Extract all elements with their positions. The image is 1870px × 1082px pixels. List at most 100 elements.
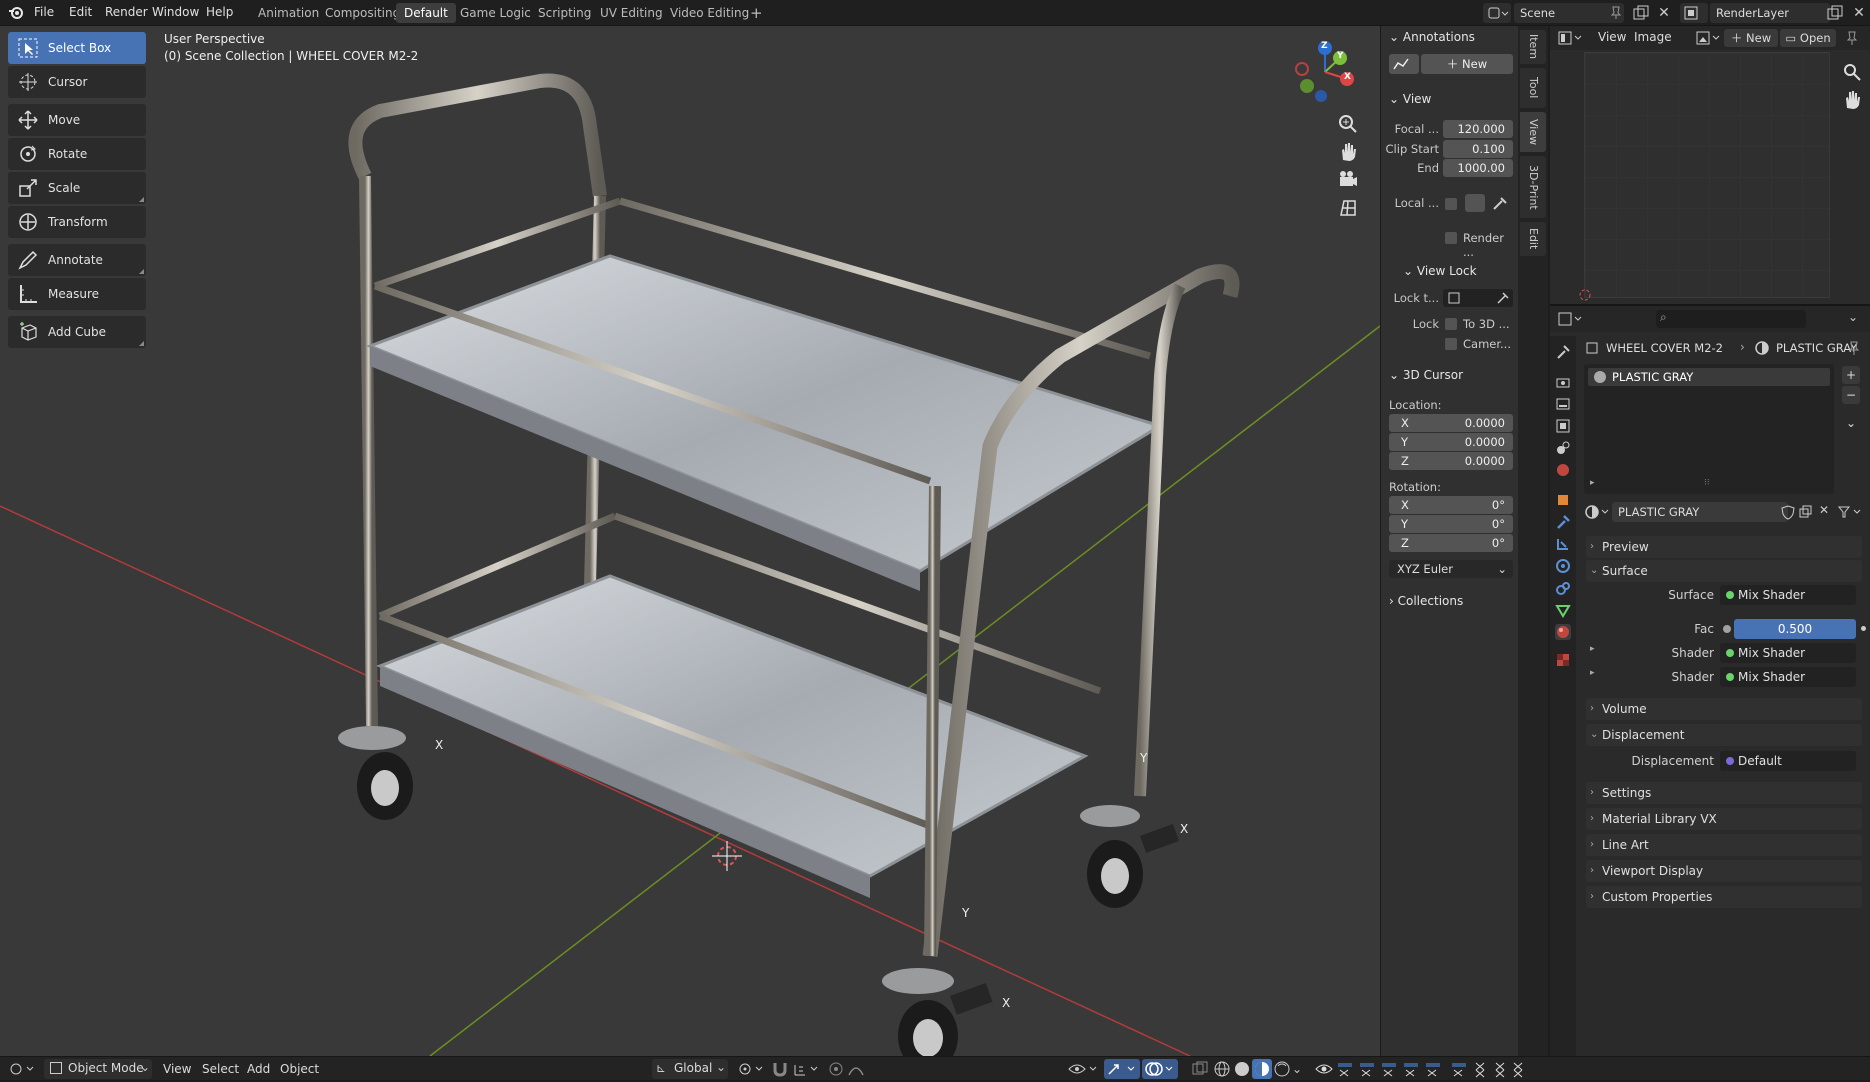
tab-compositing[interactable]: Compositing (317, 3, 408, 23)
fac-slider[interactable]: 0.500 (1734, 619, 1856, 639)
tab-item[interactable]: Item (1520, 30, 1546, 64)
material-name-field[interactable]: PLASTIC GRAY (1612, 502, 1788, 522)
overlays-toggle-icon[interactable] (1142, 1059, 1178, 1079)
render-properties-icon[interactable] (1555, 374, 1571, 390)
unlink-material-icon[interactable]: ✕ (1816, 503, 1832, 519)
view-lock-header[interactable]: ⌄ View Lock (1403, 264, 1477, 278)
material-slot-row[interactable]: PLASTIC GRAY (1588, 368, 1830, 386)
shader-1-field[interactable]: Mix Shader (1720, 643, 1856, 663)
add-slot-button[interactable]: + (1842, 366, 1860, 384)
menu-edit[interactable]: Edit (63, 0, 98, 26)
new-scene-icon[interactable] (1632, 4, 1650, 22)
remove-slot-button[interactable]: − (1842, 386, 1860, 404)
properties-search-input[interactable]: ⌕ (1656, 310, 1806, 328)
transform-orientation-dropdown[interactable]: ⊾ Global ⌄ (652, 1059, 728, 1079)
tab-game-logic[interactable]: Game Logic (452, 3, 539, 23)
clip-start-field[interactable]: 0.100 (1443, 140, 1513, 158)
tool-scale[interactable]: Scale (8, 172, 146, 204)
shader-2-field[interactable]: Mix Shader (1720, 667, 1856, 687)
header-menu-object[interactable]: Object (280, 1057, 319, 1081)
tool-add-cube[interactable]: Add Cube (8, 316, 146, 348)
tool-transform[interactable]: Transform (8, 206, 146, 238)
wireframe-shading-icon[interactable] (1212, 1059, 1232, 1079)
menu-help[interactable]: Help (200, 0, 239, 26)
collections-header[interactable]: › Collections (1389, 594, 1463, 608)
gizmo-toggle-icon[interactable] (1104, 1059, 1140, 1079)
lock-to-3d-cursor-checkbox[interactable] (1445, 318, 1457, 330)
material-properties-icon[interactable] (1555, 624, 1571, 640)
object-properties-icon[interactable] (1555, 492, 1571, 508)
object-mode-dropdown[interactable]: Object Mode ⌄ (44, 1059, 152, 1079)
snap-magnet-icon[interactable] (770, 1059, 790, 1079)
xray-toggle-icon[interactable] (1190, 1059, 1210, 1079)
volume-section[interactable]: › Volume (1586, 698, 1862, 720)
tool-rotate[interactable]: Rotate (8, 138, 146, 170)
editor-type-icon[interactable] (8, 1060, 36, 1078)
ortho-grid-icon[interactable] (1334, 194, 1362, 222)
cursor-rotation-y[interactable]: Y 0° (1389, 515, 1513, 533)
texture-properties-icon[interactable] (1555, 652, 1571, 668)
delete-scene-icon[interactable]: ✕ (1655, 4, 1673, 22)
duplicate-material-icon[interactable] (1798, 504, 1814, 520)
tab-edit[interactable]: Edit (1520, 222, 1546, 256)
pan-hand-icon[interactable] (1334, 138, 1362, 166)
image-editor-menu-view[interactable]: View (1598, 30, 1626, 44)
resize-handle-icon[interactable]: ⁝⁝ (1704, 478, 1710, 488)
expand-shader-icon[interactable]: ▸ (1590, 668, 1595, 678)
scene-name-field[interactable]: Scene (1514, 3, 1624, 23)
filter-link-icon[interactable] (1836, 502, 1864, 522)
tool-properties-icon[interactable] (1555, 344, 1571, 360)
tab-3d-print[interactable]: 3D-Print (1520, 156, 1546, 218)
zoom-icon[interactable] (1840, 60, 1864, 84)
annotations-header[interactable]: ⌄ Annotations (1389, 30, 1475, 44)
line-art-section[interactable]: › Line Art (1586, 834, 1862, 856)
material-slots-list[interactable]: PLASTIC GRAY ▸ ⁝⁝ (1584, 364, 1834, 494)
cursor-location-y[interactable]: Y 0.0000 (1389, 433, 1513, 451)
proportional-edit-icon[interactable] (826, 1059, 846, 1079)
render-region-checkbox[interactable] (1445, 232, 1457, 244)
snap-target-icon[interactable] (792, 1059, 822, 1079)
3d-cursor-header[interactable]: ⌄ 3D Cursor (1389, 368, 1463, 382)
surface-section[interactable]: ⌄ Surface (1586, 560, 1862, 582)
tool-select-box[interactable]: Select Box (8, 32, 146, 64)
custom-properties-section[interactable]: › Custom Properties (1586, 886, 1862, 908)
menu-file[interactable]: File (28, 0, 60, 26)
cursor-rotation-x[interactable]: X 0° (1389, 496, 1513, 514)
image-editor-menu-image[interactable]: Image (1634, 30, 1672, 44)
pin-icon[interactable] (1844, 30, 1860, 46)
physics-properties-icon[interactable] (1555, 558, 1571, 574)
focal-length-field[interactable]: 120.000 (1443, 120, 1513, 138)
cursor-rotation-z[interactable]: Z 0° (1389, 534, 1513, 552)
header-menu-view[interactable]: View (163, 1057, 191, 1081)
menu-window[interactable]: Window (146, 0, 205, 26)
modifier-properties-icon[interactable] (1555, 514, 1571, 530)
image-editor[interactable]: View Image ＋ New ▭ Open (1550, 26, 1870, 306)
viewport-display-section[interactable]: › Viewport Display (1586, 860, 1862, 882)
eyedropper-icon[interactable] (1489, 194, 1511, 212)
rendered-shading-icon[interactable] (1272, 1059, 1292, 1079)
cursor-location-z[interactable]: Z 0.0000 (1389, 452, 1513, 470)
tab-uv-editing[interactable]: UV Editing (592, 3, 671, 23)
material-library-section[interactable]: › Material Library VX (1586, 808, 1862, 830)
pan-hand-icon[interactable] (1840, 88, 1864, 112)
header-menu-select[interactable]: Select (202, 1057, 239, 1081)
image-browse-icon[interactable] (1694, 29, 1722, 47)
falloff-curve-icon[interactable] (846, 1059, 866, 1079)
blender-logo-icon[interactable] (8, 5, 24, 21)
view-layer-field[interactable]: RenderLayer (1710, 3, 1830, 23)
camera-view-icon[interactable] (1334, 166, 1362, 194)
visibility-filter-icon[interactable] (1066, 1059, 1102, 1079)
header-menu-add[interactable]: Add (247, 1057, 270, 1081)
settings-section[interactable]: › Settings (1586, 782, 1862, 804)
slot-specials-icon[interactable]: ⌄ (1842, 414, 1860, 432)
chevron-down-icon[interactable]: ⌄ (1848, 310, 1858, 324)
tool-cursor[interactable]: Cursor (8, 66, 146, 98)
clip-end-field[interactable]: 1000.00 (1443, 159, 1513, 177)
pin-icon[interactable] (1610, 6, 1622, 20)
preview-section[interactable]: › Preview (1586, 536, 1862, 558)
pin-icon[interactable] (1846, 340, 1862, 356)
tab-tool[interactable]: Tool (1520, 68, 1546, 108)
local-camera-checkbox[interactable] (1445, 198, 1457, 210)
scene-properties-icon[interactable] (1555, 440, 1571, 456)
collection-visibility-toggles[interactable] (1334, 1060, 1526, 1078)
